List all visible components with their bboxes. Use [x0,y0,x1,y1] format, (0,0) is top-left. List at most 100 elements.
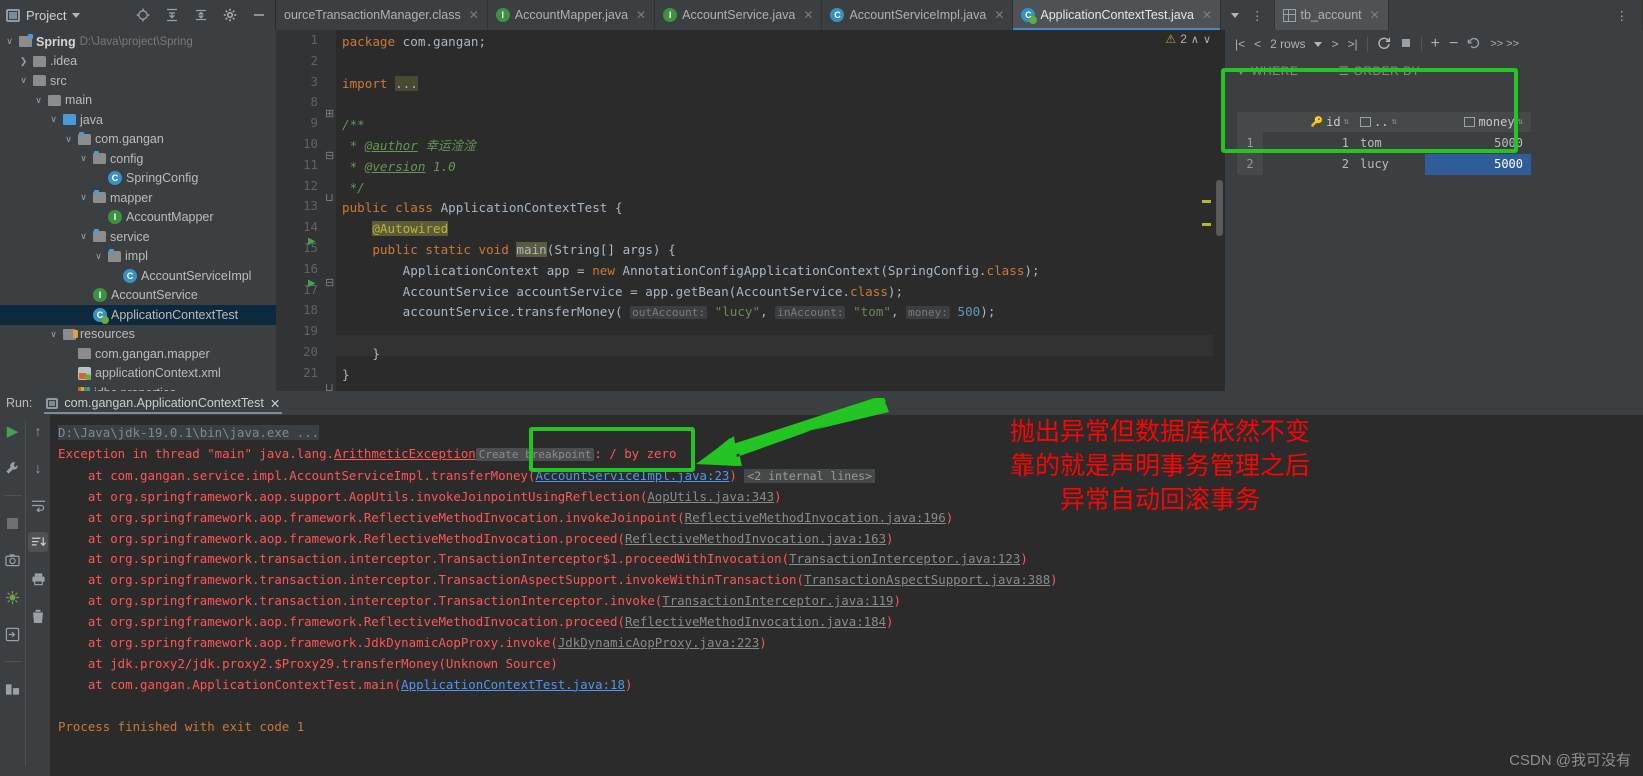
clear-all-icon[interactable] [28,606,48,626]
export-icon[interactable] [3,624,23,644]
tree-row-applicationcontext-xml[interactable]: applicationContext.xml [0,364,276,384]
table-row[interactable]: 2 2 lucy 5000 [1237,153,1531,176]
editor-inspection-status[interactable]: ⚠ 2 ∧ ∨ [1165,32,1211,46]
cell-money[interactable]: 5000 [1425,132,1531,154]
chevron-down-icon[interactable]: ∨ [18,75,29,86]
expand-all-icon[interactable] [164,7,180,23]
inspection-marker[interactable] [1202,223,1211,226]
tree-row-config[interactable]: ∨ config [0,149,276,169]
next-problem-icon[interactable]: ∨ [1203,33,1211,46]
editor-scrollbar[interactable] [1213,30,1225,391]
column-header-money[interactable]: money ⇅ [1425,112,1531,132]
stacktrace-link[interactable]: ReflectiveMethodInvocation.java:196 [685,510,946,525]
screenshot-icon[interactable] [3,550,23,570]
chevron-down-icon[interactable]: ∨ [48,329,59,340]
chevron-down-icon[interactable] [1314,41,1323,47]
close-icon[interactable]: ✕ [1202,8,1212,22]
cell-money-selected[interactable]: 5000 [1425,153,1531,175]
scroll-down-icon[interactable]: ↓ [28,458,48,478]
chevron-down-icon[interactable] [1231,12,1239,18]
soft-wrap-icon[interactable] [28,495,48,515]
close-icon[interactable]: ✕ [636,8,646,22]
chevron-down-icon[interactable]: ∨ [4,36,15,47]
tree-row-jdbc-properties[interactable]: jdbc.properties [0,383,276,391]
collapse-all-icon[interactable] [193,7,209,23]
add-row-icon[interactable]: + [1431,35,1440,53]
database-result-panel[interactable]: |< < 2 rows > >| + − >> >> ▼ WHERE ☰ ORD… [1225,30,1643,391]
more-options-icon[interactable]: ⋮ [1251,8,1264,23]
remove-row-icon[interactable]: − [1449,35,1458,53]
editor-tab[interactable]: C AccountServiceImpl.java ✕ [822,0,1014,30]
cell-id[interactable]: 2 [1263,154,1355,176]
settings-wrench-icon[interactable] [3,458,23,478]
code-editor[interactable]: 1 2 3 8 9 10 11 12 13 14 15 16 17 18 19 20 21 package co… [276,30,1225,391]
project-tree[interactable]: ∨ Spring D:\Java\project\Spring ❯ .idea … [0,30,276,391]
prev-problem-icon[interactable]: ∧ [1191,33,1199,46]
tree-row-spring[interactable]: ∨ Spring D:\Java\project\Spring [0,32,276,52]
tree-row-java[interactable]: ∨ java [0,110,276,130]
next-page-icon[interactable]: > [1331,37,1338,51]
stacktrace-link[interactable]: TransactionInterceptor.java:119 [662,593,893,608]
db-tab-options-icon[interactable]: ⋮ [1601,0,1643,30]
last-page-icon[interactable]: >| [1348,37,1358,51]
tree-row-impl[interactable]: ∨ impl [0,247,276,267]
code-content[interactable]: package com.gangan; import ... /** * @au… [336,30,1225,391]
chevron-down-icon[interactable]: ∨ [78,231,89,242]
prev-page-icon[interactable]: < [1254,37,1261,51]
fold-comment-end-icon[interactable]: ⊔ [325,191,334,204]
close-icon[interactable]: ✕ [1370,8,1380,22]
stop-icon[interactable] [3,513,23,533]
tree-row-src[interactable]: ∨ src [0,71,276,91]
chevron-right-icon[interactable]: ❯ [18,56,29,67]
tree-row-accountserviceimpl[interactable]: C AccountServiceImpl [0,266,276,286]
chevron-down-icon[interactable]: ∨ [78,192,89,203]
tree-row-springconfig[interactable]: C SpringConfig [0,169,276,189]
sort-icon[interactable]: ⇅ [1391,117,1396,127]
column-header-name[interactable]: .. ⇅ [1355,112,1425,132]
row-count-label[interactable]: 2 rows [1270,37,1305,51]
run-class-gutter-icon[interactable]: ▶ [308,236,316,247]
locate-icon[interactable] [135,7,151,23]
scroll-up-icon[interactable]: ↑ [28,421,48,441]
stacktrace-link[interactable]: JdkDynamicAopProxy.java:223 [558,635,759,650]
stacktrace-link[interactable]: ReflectiveMethodInvocation.java:184 [625,614,886,629]
stacktrace-link[interactable]: AopUtils.java:343 [647,489,774,504]
tree-row-accountservice[interactable]: I AccountService [0,286,276,306]
close-icon[interactable]: ✕ [994,8,1004,22]
close-icon[interactable]: ✕ [270,396,280,411]
tree-row-accountmapper[interactable]: I AccountMapper [0,208,276,228]
stacktrace-link[interactable]: TransactionInterceptor.java:123 [789,551,1020,566]
fold-comment-icon[interactable]: ⊟ [325,149,334,162]
stacktrace-link[interactable]: AccountServiceImpl.java:23 [535,468,729,483]
tree-row-idea[interactable]: ❯ .idea [0,52,276,72]
tree-row-mapper[interactable]: ∨ mapper [0,188,276,208]
order-by-filter[interactable]: ☰ ORDER BY [1338,64,1420,78]
create-breakpoint-badge[interactable]: Create breakpoint [475,447,595,461]
chevron-down-icon[interactable]: ∨ [93,251,104,262]
sort-icon[interactable]: ⇅ [1518,117,1523,127]
revert-icon[interactable] [1467,36,1481,53]
chevron-down-icon[interactable]: ∨ [63,134,74,145]
inspection-marker[interactable] [1202,200,1211,203]
layout-icon[interactable] [3,679,23,699]
chevron-down-icon[interactable]: ∨ [48,114,59,125]
column-header-id[interactable]: 🔑 id ⇅ [1263,112,1355,132]
editor-tab[interactable]: I AccountService.java ✕ [655,0,823,30]
thread-dump-icon[interactable] [3,587,23,607]
tree-row-service[interactable]: ∨ service [0,227,276,247]
stacktrace-link[interactable]: ApplicationContextTest.java:18 [401,677,625,692]
editor-tab[interactable]: ourceTransactionManager.class ✕ [276,0,488,30]
close-icon[interactable]: ✕ [803,8,813,22]
editor-tab-active[interactable]: C ApplicationContextTest.java ✕ [1013,0,1221,30]
refresh-icon[interactable] [1377,36,1391,53]
minimize-icon[interactable] [251,7,267,23]
sort-icon[interactable]: ⇅ [1344,117,1349,127]
stop-icon[interactable] [1400,37,1412,52]
internal-lines-badge[interactable]: <2 internal lines> [744,468,875,483]
chevron-down-icon[interactable] [72,12,81,18]
scrollbar-thumb[interactable] [1216,180,1223,236]
tree-row-applicationcontexttest[interactable]: C ApplicationContextTest [0,305,276,325]
stacktrace-link[interactable]: TransactionAspectSupport.java:388 [804,572,1050,587]
fold-method-icon[interactable]: ⊟ [325,276,334,289]
gear-icon[interactable] [222,7,238,23]
